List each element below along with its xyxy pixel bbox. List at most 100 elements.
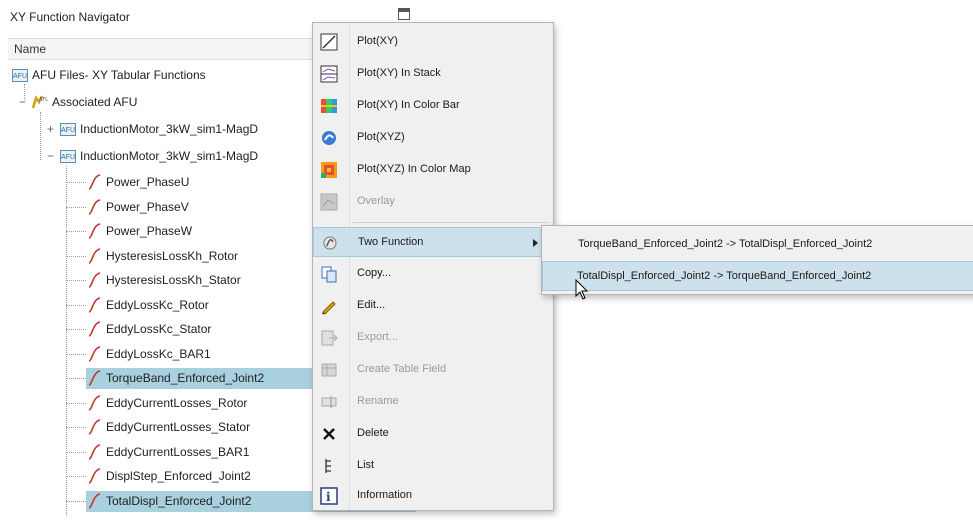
function-curve-icon xyxy=(88,419,101,435)
plot-xyz-icon xyxy=(322,131,336,145)
function-curve-icon xyxy=(88,198,101,215)
color-map-icon xyxy=(321,162,337,178)
plot-xy-icon xyxy=(320,33,338,51)
function-curve-icon xyxy=(88,345,101,362)
function-curve-icon xyxy=(88,443,101,460)
menu-item-plot-xy[interactable]: Plot(XY) xyxy=(313,27,553,57)
menu-item-label: Copy... xyxy=(357,267,392,279)
tree-item-label: InductionMotor_3kW_sim1-MagD xyxy=(80,122,259,136)
function-curve-icon xyxy=(88,370,101,386)
tree-guide xyxy=(66,378,86,379)
function-curve-icon xyxy=(88,272,101,288)
tree-item-function[interactable]: Power_PhaseW xyxy=(86,221,314,242)
tree-item-function[interactable]: Power_PhaseV xyxy=(86,197,314,218)
collapse-icon[interactable]: − xyxy=(18,96,27,108)
tree-guide xyxy=(66,476,86,477)
tree-guide xyxy=(66,280,86,281)
tree-item-label: EddyLossKc_BAR1 xyxy=(106,346,211,361)
tree-guide xyxy=(66,500,86,502)
menu-item-label: Two Function xyxy=(358,236,424,248)
afu-folder-icon: AFU xyxy=(31,95,48,109)
menu-item-two-function[interactable]: Two Function xyxy=(313,227,553,257)
submenu-item-displ-to-torque[interactable]: TotalDispl_Enforced_Joint2 -> TorqueBand… xyxy=(542,261,973,291)
menu-item-plot-xy-in-color-bar[interactable]: Plot(XY) In Color Bar xyxy=(313,91,553,121)
tree-item-function[interactable]: EddyCurrentLosses_Stator xyxy=(86,417,314,438)
tree-item-label: Power_PhaseU xyxy=(106,175,190,189)
menu-item-label: Edit... xyxy=(357,299,386,311)
tree-root-afu-files[interactable]: AFU AFU Files- XY Tabular Functions xyxy=(10,65,310,86)
menu-item-export[interactable]: Export... xyxy=(313,323,553,353)
submenu-item-label: TotalDispl_Enforced_Joint2 -> TorqueBand… xyxy=(577,270,872,282)
tree-item-associated-afu[interactable]: − AFU Associated AFU xyxy=(18,92,310,113)
tree-item-function[interactable]: DisplStep_Enforced_Joint2 xyxy=(86,466,314,487)
tree-item-label: Power_PhaseW xyxy=(106,224,193,238)
rename-icon xyxy=(321,396,337,408)
menu-item-label: Plot(XYZ) xyxy=(357,131,405,143)
submenu-item-torque-to-displ[interactable]: TorqueBand_Enforced_Joint2 -> TotalDispl… xyxy=(542,230,973,260)
tree-item-afu-file-2[interactable]: − AFU InductionMotor_3kW_sim1-MagD xyxy=(46,146,310,167)
menu-item-overlay[interactable]: Overlay xyxy=(313,187,553,217)
submenu-arrow-icon xyxy=(533,239,538,247)
menu-item-label: Plot(XY) In Stack xyxy=(357,67,441,79)
menu-item-rename[interactable]: Rename xyxy=(313,387,553,417)
tree-item-label: EddyLossKc_Stator xyxy=(106,322,212,336)
list-icon xyxy=(325,459,331,473)
tree-guide xyxy=(66,451,86,453)
menu-item-label: Delete xyxy=(357,427,389,439)
menu-item-label: Plot(XYZ) In Color Map xyxy=(357,163,471,175)
tree-item-function[interactable]: EddyLossKc_Rotor xyxy=(86,295,314,316)
tree-guide xyxy=(66,353,86,355)
menu-item-delete[interactable]: Delete xyxy=(313,419,553,449)
collapse-icon[interactable]: − xyxy=(46,150,55,162)
menu-item-list[interactable]: List xyxy=(313,451,553,481)
menu-item-plot-xyz[interactable]: Plot(XYZ) xyxy=(313,123,553,153)
function-curve-icon xyxy=(88,223,101,239)
tree-item-label: HysteresisLossKh_Rotor xyxy=(106,248,239,263)
tree-item-function[interactable]: EddyLossKc_BAR1 xyxy=(86,344,314,365)
menu-item-create-table-field[interactable]: Create Table Field xyxy=(313,355,553,385)
afu-file-icon: AFU xyxy=(60,150,76,163)
navigator-title: XY Function Navigator xyxy=(10,10,130,24)
tree-item-function[interactable]: HysteresisLossKh_Stator xyxy=(86,270,314,291)
copy-icon xyxy=(321,266,337,283)
menu-item-edit[interactable]: Edit... xyxy=(313,291,553,321)
tree-item-function[interactable]: HysteresisLossKh_Rotor xyxy=(86,246,314,267)
tree-item-function[interactable]: EddyCurrentLosses_Rotor xyxy=(86,393,314,414)
tree-item-label: TotalDispl_Enforced_Joint2 xyxy=(106,493,252,508)
tree-item-afu-file-1[interactable]: + AFU InductionMotor_3kW_sim1-MagD xyxy=(46,119,310,140)
menu-item-label: Information xyxy=(357,489,413,501)
svg-text:i: i xyxy=(326,490,331,504)
menu-item-label: Create Table Field xyxy=(357,363,447,375)
two-function-icon xyxy=(323,236,337,250)
tree-item-label: EddyCurrentLosses_Stator xyxy=(106,420,251,434)
minimize-icon[interactable] xyxy=(398,8,410,20)
two-function-submenu: TorqueBand_Enforced_Joint2 -> TotalDispl… xyxy=(541,225,973,295)
tree-item-label: EddyCurrentLosses_Rotor xyxy=(106,395,248,410)
menu-item-plot-xy-in-stack[interactable]: Plot(XY) In Stack xyxy=(313,59,553,89)
menu-item-plot-xyz-in-color-map[interactable]: Plot(XYZ) In Color Map xyxy=(313,155,553,185)
color-bar-icon xyxy=(321,99,337,113)
tree-item-function-selected[interactable]: TorqueBand_Enforced_Joint2 xyxy=(86,368,314,389)
tree-guide xyxy=(66,231,86,232)
tree-guide xyxy=(66,427,86,428)
function-curve-icon xyxy=(88,468,101,484)
afu-file-icon: AFU xyxy=(60,123,76,136)
expand-icon[interactable]: + xyxy=(46,123,55,135)
information-icon: i xyxy=(320,487,338,505)
tree-item-label: AFU Files- XY Tabular Functions xyxy=(32,68,206,82)
tree-item-function[interactable]: EddyCurrentLosses_BAR1 xyxy=(86,442,314,463)
tree-item-label: DisplStep_Enforced_Joint2 xyxy=(106,469,251,483)
menu-separator xyxy=(353,222,549,223)
tree-item-label: EddyCurrentLosses_BAR1 xyxy=(106,444,250,459)
tree-item-label: EddyLossKc_Rotor xyxy=(106,297,209,312)
tree-item-label: Power_PhaseV xyxy=(106,199,189,214)
tree-item-label: HysteresisLossKh_Stator xyxy=(106,273,241,287)
tree-item-function[interactable]: Power_PhaseU xyxy=(86,172,314,193)
function-curve-icon xyxy=(88,296,101,313)
tree-item-function[interactable]: EddyLossKc_Stator xyxy=(86,319,314,340)
tree-guide xyxy=(66,166,67,515)
tree-guide xyxy=(66,402,86,404)
function-curve-icon xyxy=(88,247,101,264)
menu-item-copy[interactable]: Copy... xyxy=(313,259,553,289)
menu-item-information[interactable]: i Information xyxy=(313,481,553,511)
